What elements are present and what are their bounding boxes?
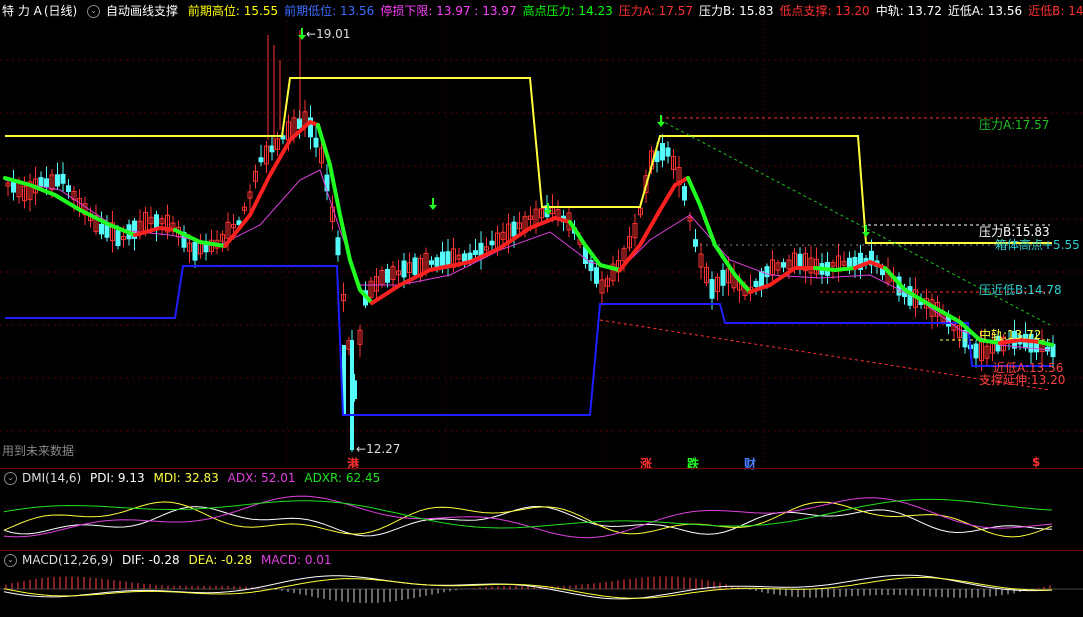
candle-body <box>66 185 71 192</box>
candle-body <box>720 269 726 286</box>
kline-pane[interactable]: 特 力 A (日线) ⌄ 自动画线支撑 前期高位: 15.55 前期低位: 13.56… <box>0 0 1083 471</box>
candle-body <box>335 237 341 256</box>
candle-body <box>401 260 407 278</box>
candle-body <box>385 268 390 283</box>
candle-body <box>55 174 60 187</box>
candle-body <box>445 251 451 267</box>
candle-body <box>753 280 759 287</box>
candle-body <box>489 240 495 246</box>
candle-body <box>1045 346 1050 352</box>
low-marker: ←12.27 <box>356 442 401 456</box>
candle-body <box>429 260 434 265</box>
support-extend-label: 支撑延伸:13.20 <box>979 373 1066 387</box>
dmi-pane[interactable]: ⌄ DMI(14,6) PDI: 9.13 MDI: 32.83 ADX: 52.… <box>0 469 1083 550</box>
candle-body <box>764 266 770 278</box>
candle-body <box>693 239 698 247</box>
event-dollar[interactable]: $ <box>1032 455 1040 469</box>
candle-body <box>115 229 121 247</box>
trend-ma-segment <box>813 266 857 272</box>
arrow-down-icon <box>657 122 665 127</box>
candle-body <box>709 279 715 299</box>
arrow-down-icon <box>298 35 306 40</box>
arrow-down-icon <box>862 232 870 237</box>
high-marker: ←19.01 <box>306 27 351 41</box>
candle-body <box>797 253 803 267</box>
candle-body <box>665 147 671 157</box>
trend-ma-segment <box>686 176 752 294</box>
candle-body <box>192 241 198 261</box>
candle-body <box>759 271 764 289</box>
arrow-left-icon: ← <box>306 27 317 41</box>
candle-body <box>44 178 49 188</box>
candle-body <box>258 157 264 163</box>
candle-body <box>60 173 66 184</box>
candle-body <box>781 262 786 268</box>
candle-body <box>847 257 852 269</box>
candle-body <box>324 174 330 192</box>
candle-body <box>594 267 599 284</box>
trend-ma-segment <box>316 123 374 305</box>
candle-body <box>269 145 275 153</box>
candle-body <box>313 137 319 148</box>
pressure-a-label: 压力A:17.57 <box>979 118 1050 132</box>
macd-pane[interactable]: ⌄ MACD(12,26,9) DIF: -0.28 DEA: -0.28 MAC… <box>0 551 1083 617</box>
candle-body <box>660 143 665 161</box>
future-data-note: 用到未来数据 <box>2 444 75 458</box>
candle-body <box>99 223 104 235</box>
candle-body <box>973 343 979 359</box>
candle-body <box>511 221 517 237</box>
trend-ma-segment <box>618 176 690 272</box>
dmi-chart[interactable] <box>0 469 1083 550</box>
kline-chart[interactable] <box>0 0 1083 468</box>
mid-rail-label: 中轨:13.72 <box>979 328 1042 342</box>
candle-body <box>473 250 478 255</box>
trend-ma-segment <box>370 216 572 305</box>
candle-body <box>682 186 687 201</box>
support-step-line <box>5 265 1052 416</box>
dmi-adxr-line <box>3 498 1053 529</box>
candle-body <box>962 330 968 348</box>
near-low-b-label: 压近低B:14.78 <box>979 283 1062 297</box>
candle-body <box>297 118 302 129</box>
candle-body <box>440 251 445 266</box>
macd-chart[interactable] <box>0 551 1083 617</box>
arrow-left-icon: ← <box>356 442 367 456</box>
arrow-down-icon <box>429 205 437 210</box>
candle-body <box>412 257 418 276</box>
platform-high-label: 箱体高点+5.55 <box>995 238 1080 252</box>
candle-body <box>38 177 44 188</box>
